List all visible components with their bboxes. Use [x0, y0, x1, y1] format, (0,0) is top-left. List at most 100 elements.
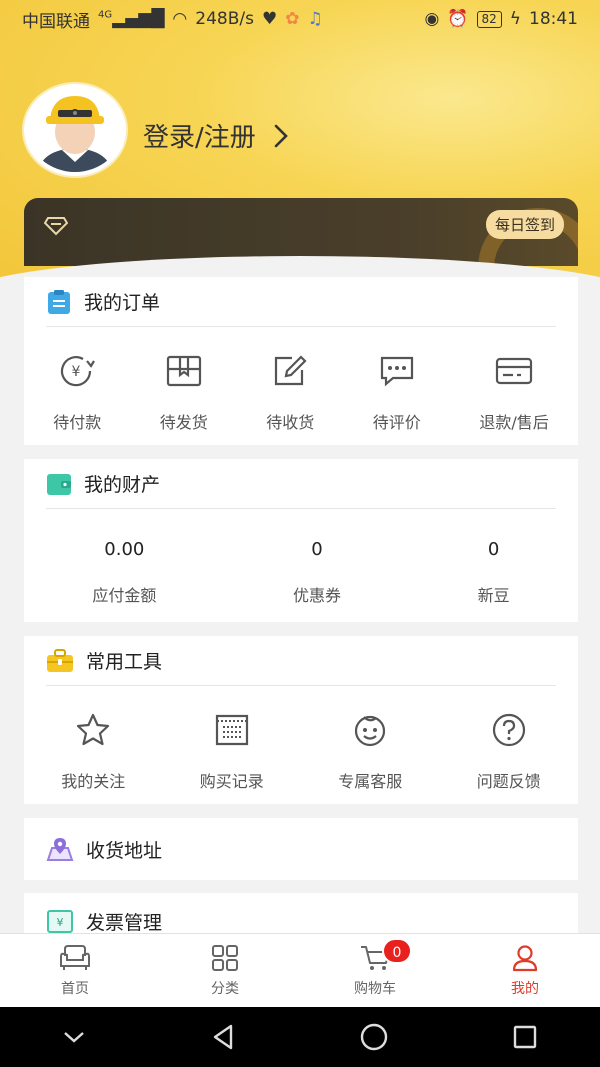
collapse-chevron-icon[interactable] [61, 1029, 87, 1045]
edit-icon [275, 355, 307, 386]
asset-amount-due-value: 0.00 [104, 539, 145, 560]
address-title: 收货地址 [86, 839, 163, 862]
asset-coupons[interactable]: 0 优惠券 [293, 509, 341, 606]
asset-beans-label: 新豆 [477, 586, 510, 605]
tool-my-follows[interactable]: 我的关注 [61, 686, 125, 792]
card-icon [495, 357, 533, 385]
order-pending-receipt[interactable]: 待收货 [266, 327, 314, 433]
order-refund-aftersale[interactable]: 退款/售后 [479, 327, 549, 433]
assets-grid: 0.00 应付金额 0 优惠券 0 新豆 [24, 509, 578, 606]
eye-icon: ◉ [424, 9, 440, 29]
tab-mine[interactable]: 我的 [450, 934, 600, 1007]
login-register-link[interactable]: 登录/注册 [143, 117, 288, 154]
tab-cart-label: 购物车 [354, 981, 396, 997]
avatar[interactable] [24, 84, 126, 176]
bottom-tab-bar: 首页 分类 0 购物车 我的 [0, 933, 600, 1007]
service-face-icon [355, 715, 386, 747]
tab-category-label: 分类 [211, 981, 239, 997]
diamond-icon [44, 217, 68, 236]
order-pending-shipment-label: 待发货 [159, 413, 208, 432]
wallet-icon [47, 473, 71, 495]
address-header: 收货地址 [46, 818, 556, 880]
asset-amount-due[interactable]: 0.00 应付金额 [92, 509, 156, 606]
cart-badge: 0 [382, 938, 412, 964]
tools-title: 常用工具 [86, 651, 163, 673]
invoice-title: 发票管理 [86, 911, 163, 934]
clipboard-icon [48, 289, 70, 314]
tool-my-follows-label: 我的关注 [61, 772, 126, 791]
carrier-label: 中国联通 [22, 11, 90, 32]
assets-title: 我的财产 [84, 474, 161, 496]
asset-beans[interactable]: 0 新豆 [478, 509, 510, 606]
order-pending-payment[interactable]: ¥ 待付款 [53, 327, 101, 433]
orders-title: 我的订单 [84, 292, 161, 314]
tool-feedback-label: 问题反馈 [476, 772, 541, 791]
tool-customer-service-label: 专属客服 [338, 772, 403, 791]
box-icon [166, 355, 201, 387]
asset-coupons-value: 0 [311, 539, 323, 560]
svg-text:¥: ¥ [57, 916, 64, 929]
network-speed: 248B/s [195, 9, 254, 29]
asset-beans-value: 0 [487, 539, 500, 560]
orders-header[interactable]: 我的订单 [46, 277, 556, 327]
tab-home-label: 首页 [61, 981, 89, 997]
signal-icon: 4G▂▄▆█ [98, 9, 165, 29]
music-icon: ♫ [307, 9, 323, 29]
toolbox-icon [47, 648, 73, 672]
tools-grid: 我的关注 购买记录 专属客服 问题反馈 [24, 686, 578, 792]
tool-customer-service[interactable]: 专属客服 [338, 686, 402, 792]
tools-header: 常用工具 [46, 636, 556, 686]
asset-amount-due-label: 应付金额 [92, 586, 157, 605]
tool-purchase-history-label: 购买记录 [199, 772, 264, 791]
receipt-icon [215, 714, 248, 746]
app-icon: ✿ [285, 9, 300, 29]
clock-time: 18:41 [529, 9, 578, 29]
order-pending-payment-label: 待付款 [53, 413, 102, 432]
recents-square-icon[interactable] [511, 1023, 539, 1051]
back-triangle-icon[interactable] [209, 1023, 237, 1051]
charging-icon: ϟ [509, 9, 521, 29]
system-nav-bar [0, 1007, 600, 1067]
asset-coupons-label: 优惠券 [292, 586, 341, 605]
tab-cart[interactable]: 0 购物车 [300, 934, 450, 1007]
worker-avatar-icon [28, 88, 122, 172]
order-pending-receipt-label: 待收货 [266, 413, 315, 432]
question-icon [492, 713, 525, 747]
order-pending-shipment[interactable]: 待发货 [160, 327, 208, 433]
alarm-icon: ⏰ [447, 9, 469, 29]
chevron-right-icon [274, 124, 288, 147]
profile-header: 中国联通 4G▂▄▆█ ◠ 248B/s ♥ ✿ ♫ ◉ ⏰ 82 ϟ 18:4… [0, 0, 600, 280]
sofa-home-icon [60, 945, 90, 970]
yen-refresh-icon: ¥ [61, 356, 96, 387]
battery-indicator: 82 [476, 10, 502, 28]
invoice-header: ¥ 发票管理 [46, 893, 556, 933]
login-label: 登录/注册 [143, 123, 256, 153]
svg-text:¥: ¥ [72, 364, 81, 380]
orders-grid: ¥ 待付款 待发货 待收货 待评价 退款/售后 [24, 327, 578, 433]
daily-checkin-button[interactable]: 每日签到 [485, 210, 564, 239]
user-icon [512, 945, 538, 972]
order-pending-review[interactable]: 待评价 [373, 327, 421, 433]
orders-card: 我的订单 ¥ 待付款 待发货 待收货 待评价 退款/售后 [24, 277, 578, 445]
home-circle-icon[interactable] [359, 1022, 389, 1052]
tool-purchase-history[interactable]: 购买记录 [200, 686, 264, 792]
grid-icon [212, 945, 238, 971]
tool-feedback[interactable]: 问题反馈 [477, 686, 541, 792]
tab-category[interactable]: 分类 [150, 934, 300, 1007]
order-refund-aftersale-label: 退款/售后 [479, 413, 549, 432]
invoice-icon: ¥ [47, 910, 73, 933]
tools-card: 常用工具 我的关注 购买记录 专属客服 问题反馈 [24, 636, 578, 804]
order-pending-review-label: 待评价 [372, 413, 421, 432]
star-icon [77, 713, 110, 746]
status-bar: 中国联通 4G▂▄▆█ ◠ 248B/s ♥ ✿ ♫ ◉ ⏰ 82 ϟ 18:4… [0, 0, 600, 38]
assets-card: 我的财产 0.00 应付金额 0 优惠券 0 新豆 [24, 459, 578, 622]
tab-home[interactable]: 首页 [0, 934, 150, 1007]
wifi-icon: ◠ [172, 9, 188, 29]
map-pin-icon [46, 838, 74, 861]
invoice-row[interactable]: ¥ 发票管理 [24, 893, 578, 933]
health-icon: ♥ [261, 9, 278, 29]
tab-mine-label: 我的 [511, 981, 539, 997]
chat-icon [380, 356, 413, 387]
assets-header[interactable]: 我的财产 [46, 459, 556, 509]
address-row[interactable]: 收货地址 [24, 818, 578, 880]
